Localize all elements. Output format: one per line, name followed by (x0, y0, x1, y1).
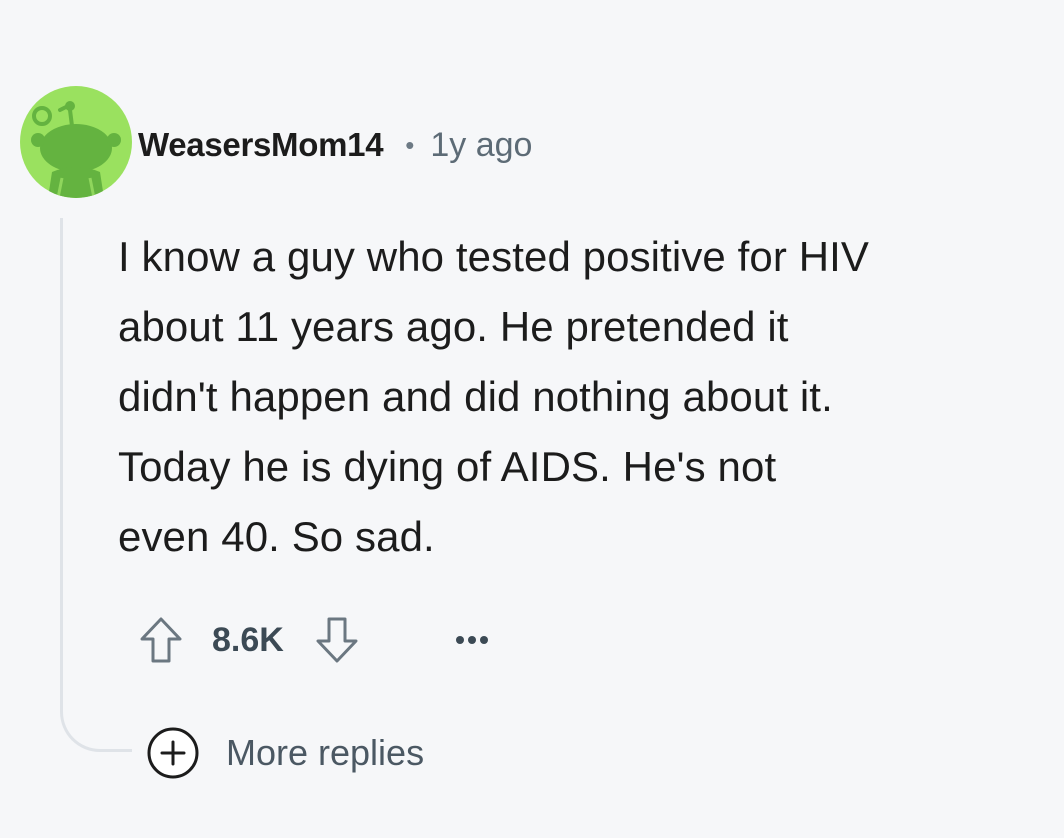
upvote-button[interactable] (132, 611, 190, 669)
username[interactable]: WeasersMom14 (138, 126, 384, 164)
comment-header: WeasersMom14 • 1y ago (138, 120, 532, 170)
comment-line: even 40. So sad. (118, 513, 435, 560)
avatar[interactable] (20, 86, 132, 198)
comment-line: I know a guy who tested positive for HIV (118, 233, 870, 280)
comment-line: didn't happen and did nothing about it. (118, 373, 833, 420)
arrow-down-outline-icon (316, 617, 358, 663)
arrow-up-outline-icon (140, 617, 182, 663)
timestamp[interactable]: 1y ago (430, 126, 532, 165)
snoo-avatar-icon (31, 101, 121, 198)
ellipsis-icon (455, 636, 488, 644)
comment: WeasersMom14 • 1y ago I know a guy who t… (0, 0, 1064, 838)
comment-actions: 8.6K (132, 608, 496, 672)
comment-line: Today he is dying of AIDS. He's not (118, 443, 777, 490)
downvote-button[interactable] (308, 611, 366, 669)
vote-score: 8.6K (212, 620, 284, 659)
comment-body: I know a guy who tested positive for HIV… (118, 222, 1048, 572)
more-replies-label: More replies (226, 732, 425, 773)
plus-circle-icon (146, 726, 200, 780)
more-options-button[interactable] (448, 616, 496, 664)
comment-line: about 11 years ago. He pretended it (118, 303, 789, 350)
separator-dot: • (405, 129, 415, 160)
more-replies-button[interactable]: More replies (146, 724, 424, 782)
